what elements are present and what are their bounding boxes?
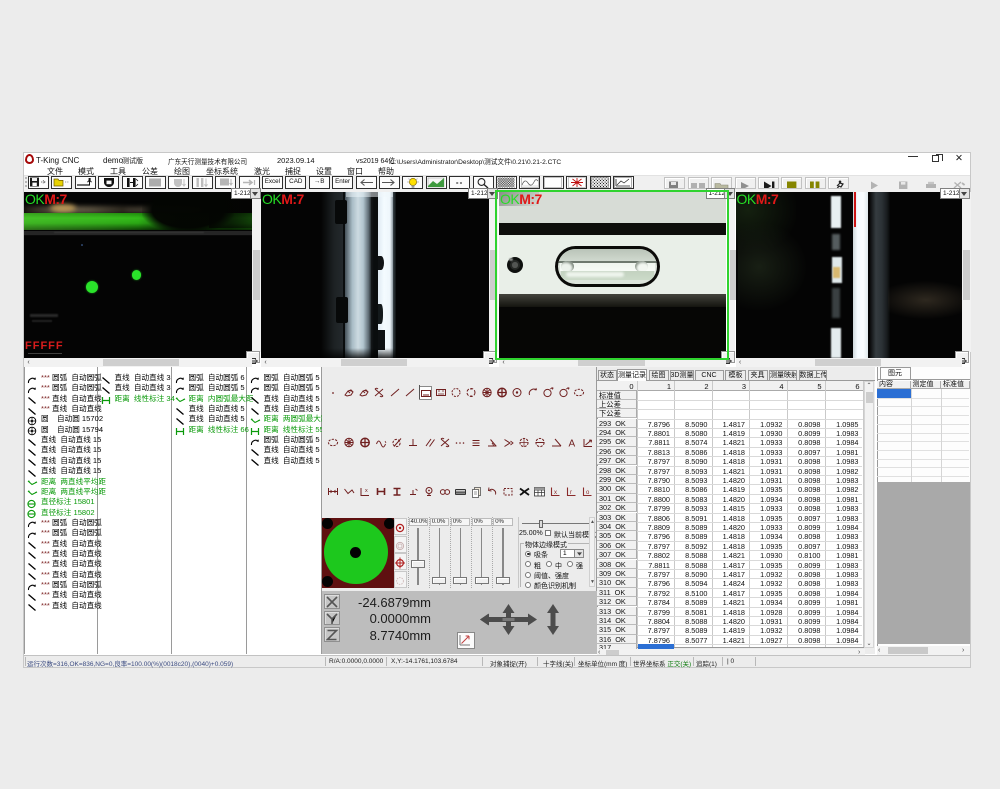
- svg-text:A: A: [568, 438, 575, 449]
- svg-text:r: r: [570, 490, 572, 496]
- svg-text:x: x: [554, 490, 557, 496]
- svg-text:x: x: [365, 488, 368, 494]
